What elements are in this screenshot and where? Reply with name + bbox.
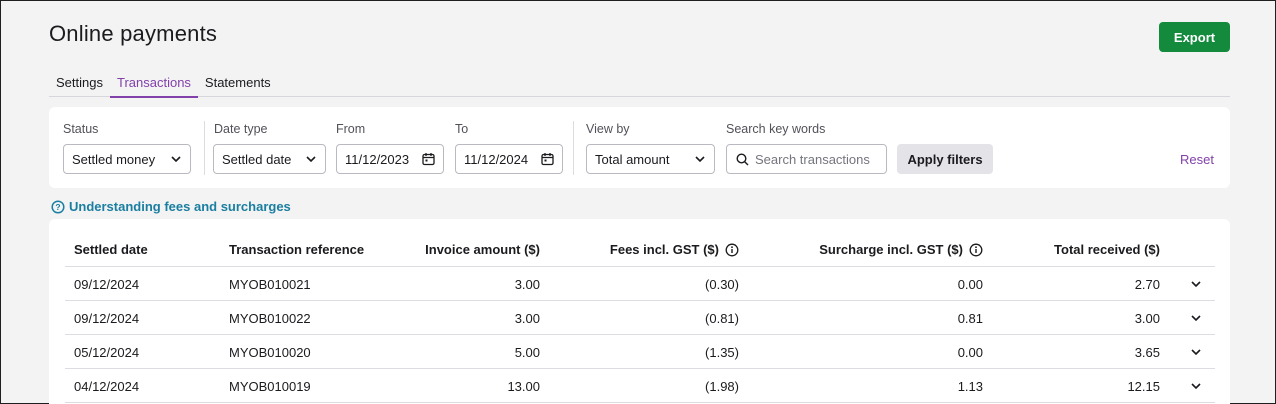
export-button[interactable]: Export <box>1159 22 1230 52</box>
view-by-value: Total amount <box>595 151 670 167</box>
view-by-select[interactable]: Total amount <box>586 144 715 174</box>
page-title: Online payments <box>49 21 218 46</box>
cell-invoice-amount: 3.00 <box>514 311 540 326</box>
search-input[interactable]: Search transactions <box>726 144 887 174</box>
chevron-down-icon[interactable] <box>1190 312 1202 324</box>
calendar-icon[interactable] <box>541 152 554 166</box>
filter-divider <box>204 121 205 175</box>
tab-bar: Settings Transactions Statements <box>49 67 1230 98</box>
cell-surcharge: 0.00 <box>957 345 983 360</box>
to-label: To <box>455 122 469 136</box>
filter-panel: Status Settled money Date type Settled d… <box>49 107 1230 188</box>
table-header: Settled date Transaction reference Invoi… <box>65 219 1215 267</box>
chevron-down-icon <box>695 156 705 163</box>
status-label: Status <box>63 122 99 136</box>
search-label: Search key words <box>726 122 826 136</box>
chevron-down-icon[interactable] <box>1190 278 1202 290</box>
understanding-fees-label: Understanding fees and surcharges <box>69 199 291 214</box>
understanding-fees-link[interactable]: ? Understanding fees and surcharges <box>51 199 291 214</box>
cell-settled-date: 09/12/2024 <box>74 277 140 292</box>
from-date-input[interactable]: 11/12/2023 <box>336 144 444 174</box>
table-row[interactable]: 04/12/2024 MYOB010019 13.00 (1.98) 1.13 … <box>65 369 1215 403</box>
view-by-label: View by <box>586 122 630 136</box>
cell-settled-date: 09/12/2024 <box>74 311 140 326</box>
cell-transaction-reference: MYOB010019 <box>229 379 311 394</box>
cell-fees: (0.81) <box>705 311 739 326</box>
chevron-down-icon <box>306 156 316 163</box>
cell-settled-date: 05/12/2024 <box>74 345 140 360</box>
cell-surcharge: 0.00 <box>957 277 983 292</box>
column-header-settled-date: Settled date <box>74 242 148 257</box>
info-icon[interactable] <box>725 243 739 257</box>
date-type-label: Date type <box>214 122 268 136</box>
chevron-down-icon[interactable] <box>1190 346 1202 358</box>
cell-invoice-amount: 3.00 <box>514 277 540 292</box>
cell-invoice-amount: 13.00 <box>507 379 540 394</box>
calendar-icon[interactable] <box>422 152 435 166</box>
column-header-fees: Fees incl. GST ($) <box>610 242 739 257</box>
search-icon <box>736 153 749 166</box>
to-date-input[interactable]: 11/12/2024 <box>455 144 563 174</box>
column-header-total-received: Total received ($) <box>1054 242 1160 257</box>
date-type-select[interactable]: Settled date <box>213 144 326 174</box>
svg-text:?: ? <box>55 202 60 212</box>
cell-total-received: 2.70 <box>1134 277 1160 292</box>
transactions-table: Settled date Transaction reference Invoi… <box>49 219 1230 404</box>
column-header-transaction-reference: Transaction reference <box>229 242 365 257</box>
chevron-down-icon <box>171 156 181 163</box>
cell-total-received: 3.00 <box>1134 311 1160 326</box>
cell-surcharge: 1.13 <box>957 379 983 394</box>
cell-total-received: 12.15 <box>1127 379 1160 394</box>
status-value: Settled money <box>72 151 156 167</box>
tab-settings[interactable]: Settings <box>49 67 110 97</box>
status-select[interactable]: Settled money <box>63 144 191 174</box>
cell-invoice-amount: 5.00 <box>514 345 540 360</box>
column-header-surcharge-label: Surcharge incl. GST ($) <box>819 242 963 257</box>
column-header-surcharge: Surcharge incl. GST ($) <box>819 242 983 257</box>
info-icon[interactable] <box>969 243 983 257</box>
chevron-down-icon[interactable] <box>1190 380 1202 392</box>
tab-statements[interactable]: Statements <box>198 67 278 97</box>
table-row[interactable]: 09/12/2024 MYOB010021 3.00 (0.30) 0.00 2… <box>65 267 1215 301</box>
cell-transaction-reference: MYOB010020 <box>229 345 311 360</box>
date-type-value: Settled date <box>222 151 292 167</box>
from-date-value: 11/12/2023 <box>345 151 410 167</box>
table-row[interactable]: 09/12/2024 MYOB010022 3.00 (0.81) 0.81 3… <box>65 301 1215 335</box>
cell-settled-date: 04/12/2024 <box>74 379 140 394</box>
cell-transaction-reference: MYOB010021 <box>229 277 311 292</box>
cell-transaction-reference: MYOB010022 <box>229 311 311 326</box>
cell-fees: (1.98) <box>705 379 739 394</box>
filter-divider <box>573 121 574 175</box>
from-label: From <box>336 122 366 136</box>
reset-link[interactable]: Reset <box>1180 152 1214 167</box>
table-row[interactable]: 05/12/2024 MYOB010020 5.00 (1.35) 0.00 3… <box>65 335 1215 369</box>
cell-fees: (0.30) <box>705 277 739 292</box>
help-circle-icon: ? <box>51 199 65 214</box>
search-placeholder: Search transactions <box>755 151 870 167</box>
cell-surcharge: 0.81 <box>957 311 983 326</box>
to-date-value: 11/12/2024 <box>464 151 529 167</box>
tab-transactions[interactable]: Transactions <box>109 67 198 98</box>
cell-fees: (1.35) <box>705 345 739 360</box>
column-header-invoice-amount: Invoice amount ($) <box>425 242 540 257</box>
cell-total-received: 3.65 <box>1134 345 1160 360</box>
apply-filters-button[interactable]: Apply filters <box>897 144 993 174</box>
column-header-fees-label: Fees incl. GST ($) <box>609 242 719 257</box>
